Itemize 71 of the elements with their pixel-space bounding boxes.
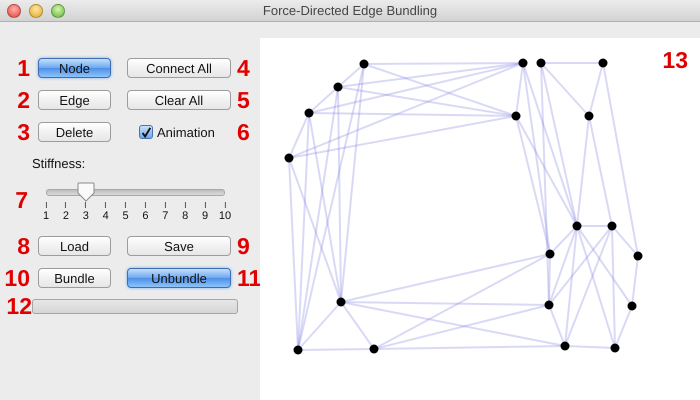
checkbox[interactable]	[139, 125, 153, 139]
tick-label: 9	[202, 210, 208, 222]
number-label: 12	[5, 294, 32, 318]
minimize-button[interactable]	[29, 4, 43, 18]
tick-mark	[65, 202, 66, 208]
graph-node[interactable]	[304, 108, 314, 118]
tick-label: 4	[102, 210, 109, 222]
number-label: 11	[237, 266, 262, 290]
graph-node[interactable]	[610, 344, 620, 352]
push-button[interactable]: Delete	[38, 122, 111, 142]
tick-label: 5	[122, 210, 129, 222]
graph-node[interactable]	[544, 300, 554, 310]
graph-node[interactable]	[518, 58, 528, 68]
tick-mark	[224, 202, 226, 208]
number-label: 8	[17, 234, 30, 258]
graph-node[interactable]	[584, 112, 594, 120]
tick-label: 2	[62, 210, 69, 222]
tick-mark	[125, 202, 126, 208]
graph-node[interactable]	[608, 222, 616, 230]
close-button[interactable]	[7, 4, 21, 18]
stiffness-label: Stiffness:	[32, 156, 86, 173]
number-label: 5	[237, 88, 250, 112]
zoom-button[interactable]	[51, 4, 65, 18]
stiffness-slider[interactable]	[46, 182, 225, 202]
graph-node[interactable]	[334, 82, 342, 92]
tick-mark	[204, 202, 206, 208]
graph-node[interactable]	[284, 154, 294, 162]
tick-mark	[105, 202, 106, 208]
push-button[interactable]: Edge	[38, 90, 111, 110]
tick-mark	[144, 202, 146, 208]
graph-node[interactable]	[572, 222, 582, 230]
tick-label: 10	[218, 210, 232, 222]
tick-mark	[85, 202, 86, 208]
graph-node[interactable]	[598, 58, 608, 68]
graph-canvas[interactable]: 13	[260, 38, 700, 400]
push-button[interactable]: Unbundle	[127, 268, 231, 288]
push-button[interactable]: Node	[38, 58, 111, 78]
graph-node[interactable]	[546, 250, 554, 258]
tick-label: 1	[42, 210, 50, 222]
number-label: 4	[237, 56, 250, 80]
number-label: 9	[237, 234, 250, 258]
number-label: 6	[237, 120, 250, 144]
number-label: 10	[4, 266, 30, 290]
push-button[interactable]: Load	[38, 236, 111, 256]
graph-node[interactable]	[634, 252, 642, 260]
number-label: 1	[17, 56, 30, 80]
graph-node[interactable]	[370, 344, 378, 354]
push-button[interactable]: Connect All	[127, 58, 231, 78]
push-button[interactable]: Save	[127, 236, 231, 256]
tick-label: 7	[162, 210, 168, 222]
graph-node[interactable]	[336, 298, 346, 306]
graph-node[interactable]	[628, 302, 636, 310]
slider-thumb[interactable]	[76, 182, 95, 202]
checkbox-label[interactable]: Animation	[157, 124, 215, 140]
tick-label: 8	[182, 210, 188, 222]
graph-node[interactable]	[536, 58, 546, 68]
number-label: 7	[14, 188, 28, 212]
number-label: 3	[17, 120, 30, 144]
tick-mark	[164, 202, 166, 208]
push-button[interactable]: Bundle	[38, 268, 111, 288]
graph-node[interactable]	[360, 60, 368, 68]
window-title: Force-Directed Edge Bundling	[262, 3, 438, 18]
graph-node[interactable]	[560, 342, 570, 350]
tick-label: 6	[142, 210, 148, 222]
graph-node[interactable]	[512, 112, 520, 120]
number-label: 13	[662, 48, 688, 72]
push-button[interactable]: Clear All	[127, 90, 231, 110]
graph-node[interactable]	[294, 346, 302, 354]
tick-label: 3	[82, 210, 89, 222]
number-label: 2	[17, 88, 30, 112]
tick-mark	[184, 202, 186, 208]
